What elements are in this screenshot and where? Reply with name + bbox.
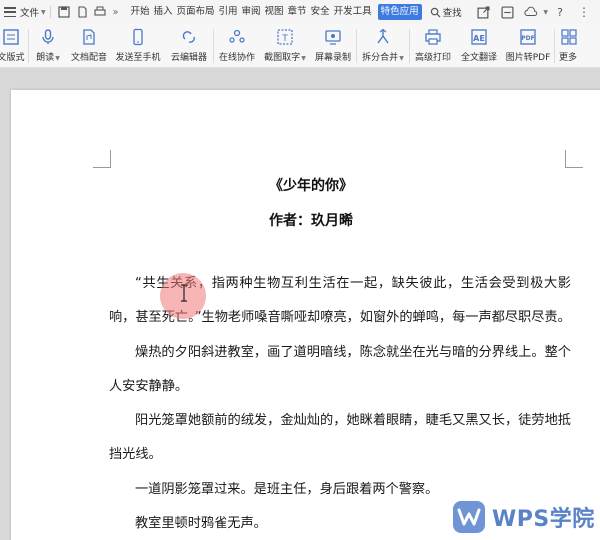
phone-icon (128, 27, 148, 47)
toolbar-label: 朗读 (36, 53, 55, 63)
print-icon[interactable] (93, 5, 107, 19)
save-icon[interactable] (57, 5, 71, 19)
split-merge-button[interactable]: 拆分合并▼ (357, 24, 409, 68)
screenshot-text-button[interactable]: T 截图取字▼ (260, 24, 310, 68)
microphone-icon (38, 27, 58, 47)
layout-button[interactable]: 文版式 (0, 24, 28, 68)
tab-special-apps[interactable]: 特色应用 (377, 4, 422, 20)
toolbar-label: 文档配音 (70, 53, 107, 63)
paragraph: 阳光笼罩她额前的绒发，金灿灿的，她眯着眼睛，睫毛又黑又长，徒劳地抵挡光线。 (109, 413, 571, 462)
document-area[interactable]: 《少年的你》 作者：玖月晞 “共生关系，指两种生物互利生活在一起，缺失彼此，生活… (0, 68, 600, 540)
share-icon[interactable] (476, 5, 490, 19)
watermark-text: WPS学院 (492, 507, 595, 532)
split-merge-icon (373, 27, 393, 47)
toolbar-label: 高级打印 (414, 53, 451, 63)
paragraph: 燥热的夕阳斜进教室，画了道明暗线，陈念就坐在光与暗的分界线上。整个人安安静静。 (109, 345, 571, 394)
online-collaboration-button[interactable]: 在线协作 (214, 24, 260, 68)
wps-academy-watermark: WPS学院 (452, 500, 595, 534)
tab-view[interactable]: 视图 (263, 0, 286, 24)
translate-icon: AE (469, 27, 489, 47)
document-page[interactable]: 《少年的你》 作者：玖月晞 “共生关系，指两种生物互利生活在一起，缺失彼此，生活… (11, 90, 600, 540)
printer-icon (423, 27, 443, 47)
search-label: 查找 (442, 8, 462, 19)
toolbar-label: 更多 (559, 53, 578, 63)
image-to-pdf-button[interactable]: PDF 图片转PDF (502, 24, 554, 68)
page-margin-corner (93, 150, 111, 168)
tab-section[interactable]: 章节 (286, 0, 309, 24)
toolbar-label: 在线协作 (218, 53, 255, 63)
chevron-down-icon: ▼ (41, 8, 46, 16)
cloud-editor-icon (179, 27, 199, 47)
tab-insert[interactable]: 插入 (151, 0, 174, 24)
toolbar-separator (554, 29, 555, 63)
svg-text:T: T (281, 34, 288, 44)
chevron-down-icon: ▼ (301, 55, 306, 62)
document-audio-button[interactable]: 文档配音 (67, 24, 111, 68)
toolbar-label: 文版式 (0, 53, 25, 63)
document-title: 《少年的你》 (269, 178, 353, 194)
file-menu[interactable]: 文件 ▼ (0, 0, 46, 24)
screenshot-text-icon: T (275, 27, 295, 47)
tab-page-layout[interactable]: 页面布局 (174, 0, 216, 24)
toolbar-label: 屏幕录制 (314, 53, 351, 63)
screen-record-button[interactable]: 屏幕录制 (310, 24, 356, 68)
full-translate-button[interactable]: AE 全文翻译 (456, 24, 502, 68)
layout-icon (1, 27, 21, 47)
toolbar-label: 云编辑器 (170, 53, 207, 63)
hamburger-icon (4, 7, 16, 17)
screen-record-icon (323, 27, 343, 47)
menu-separator (49, 6, 51, 18)
collaboration-icon (227, 27, 247, 47)
chevron-down-icon: ▼ (55, 55, 60, 62)
search-icon (430, 7, 441, 18)
page-margin-corner (565, 150, 583, 168)
window-controls: ▼ ? ⋮ (471, 5, 600, 19)
search-button[interactable]: 查找 (430, 5, 462, 19)
tab-review[interactable]: 审阅 (240, 0, 263, 24)
collaborate-icon[interactable] (500, 5, 514, 19)
more-icon (559, 27, 579, 47)
toolbar-label: 拆分合并 (362, 53, 399, 63)
tab-references[interactable]: 引用 (217, 0, 240, 24)
document-author: 作者：玖月晞 (269, 213, 353, 229)
image-to-pdf-icon: PDF (518, 27, 538, 47)
export-pdf-icon[interactable] (75, 5, 89, 19)
advanced-print-button[interactable]: 高级打印 (410, 24, 456, 68)
wps-logo-icon (453, 501, 485, 533)
svg-text:AE: AE (473, 34, 485, 43)
send-to-phone-button[interactable]: 发送至手机 (111, 24, 165, 68)
text-cursor-icon (181, 284, 187, 302)
file-menu-label[interactable]: 文件 (20, 5, 39, 19)
more-button[interactable]: 更多 (559, 24, 589, 68)
read-aloud-button[interactable]: 朗读▼ (29, 24, 67, 68)
ribbon-tabs: 开始 插入 页面布局 引用 审阅 视图 章节 安全 开发工具 特色应用 (128, 0, 422, 24)
more-options-icon[interactable]: ⋮ (577, 5, 591, 19)
help-icon[interactable]: ? (553, 5, 567, 19)
toolbar-label: 发送至手机 (115, 53, 161, 63)
chevron-down-icon: ▼ (543, 8, 548, 16)
ribbon-toolbar: 文版式 朗读▼ 文档配音 发送至手机 云编辑器 在线协作 T 截图取字▼ 屏幕录… (0, 24, 600, 68)
menu-bar: 文件 ▼ » 开始 插入 页面布局 引用 审阅 视图 章节 安全 开发工具 特色… (0, 0, 600, 24)
tab-security[interactable]: 安全 (309, 0, 332, 24)
svg-text:PDF: PDF (521, 35, 534, 42)
toolbar-label: 图片转PDF (505, 53, 551, 63)
document-audio-icon (79, 27, 99, 47)
cloud-sync-icon[interactable] (524, 5, 538, 19)
toolbar-label: 截图取字 (264, 53, 301, 63)
toolbar-label: 全文翻译 (460, 53, 497, 63)
chevron-down-icon: ▼ (399, 55, 404, 62)
cloud-editor-button[interactable]: 云编辑器 (165, 24, 213, 68)
tab-developer[interactable]: 开发工具 (332, 0, 374, 24)
tab-home[interactable]: 开始 (128, 0, 151, 24)
more-menu-icon[interactable]: » (113, 7, 119, 18)
